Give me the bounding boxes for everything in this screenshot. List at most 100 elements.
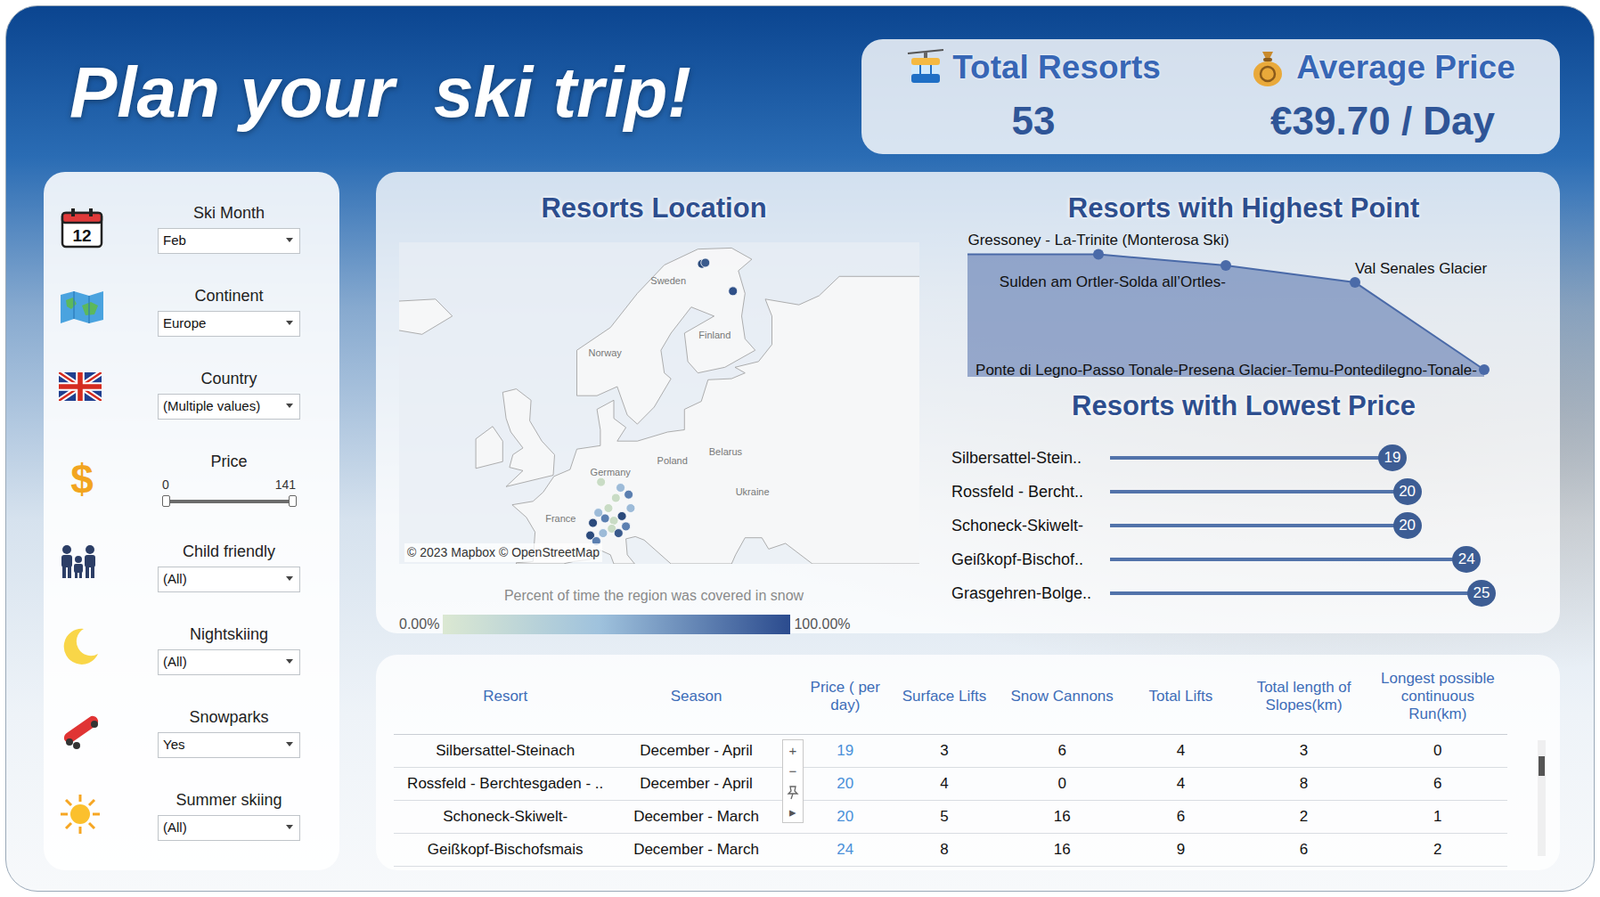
table-cell: December - April (616, 767, 776, 800)
column-header[interactable]: Resort (393, 660, 617, 735)
resort-pin[interactable] (596, 477, 606, 487)
resort-pin[interactable] (600, 513, 610, 523)
resort-label: Gressoney - La-Trinite (Monterosa Ski) (967, 230, 1229, 248)
column-header[interactable]: Longest possible continuous Run(km) (1368, 660, 1508, 735)
lollipop-track: 25 (1110, 578, 1556, 609)
filter-body: Summer skiing (All) (127, 788, 331, 841)
table-row[interactable]: Geißkopf-BischofsmaisDecember - March248… (393, 832, 1508, 866)
resort-pin[interactable] (588, 518, 598, 528)
scrollbar[interactable] (1537, 740, 1546, 857)
table-cell: 20 (804, 800, 887, 833)
map-tool-button[interactable] (783, 781, 803, 802)
map-tool-button[interactable]: ▸ (783, 801, 803, 823)
resort-point (1093, 248, 1104, 260)
filter-dropdown[interactable]: (All) (157, 649, 301, 676)
country-label: Sweden (650, 275, 686, 286)
table-body: Silbersattel-SteinachDecember - April193… (393, 734, 1508, 866)
resort-pin[interactable] (604, 503, 613, 513)
content-column: Resorts LocationSwedenFinlandNorwayPolan… (375, 171, 1560, 871)
filter-label: Summer skiing (127, 788, 331, 813)
filter-icon-box (56, 286, 108, 335)
main-area: 12Ski MonthFebContinentEuropeCountry(Mul… (43, 171, 1560, 871)
column-header[interactable]: Total length of Slopes(km) (1239, 660, 1368, 735)
column-header[interactable]: Surface Lifts (886, 660, 1003, 735)
resort-pin[interactable] (611, 493, 621, 503)
uk-flag-icon (58, 372, 106, 416)
table-cell: December - April (616, 734, 776, 768)
filter-panel: 12Ski MonthFebContinentEuropeCountry(Mul… (43, 171, 340, 871)
filter-dropdown[interactable]: (All) (157, 815, 301, 841)
europe-map[interactable]: SwedenFinlandNorwayPolandBelarusGermanyF… (399, 242, 920, 564)
map-tool-button[interactable]: − (783, 760, 803, 782)
table-cell: 24 (804, 832, 887, 866)
legend-max: 100.00% (793, 613, 850, 636)
column-header[interactable]: Total Lifts (1121, 660, 1240, 735)
filter-body: Country(Multiple values) (127, 367, 331, 420)
map-toolbar: +− ▸ (782, 739, 804, 824)
resort-point (1349, 277, 1361, 288)
kpi-label: Average Price (1296, 42, 1515, 93)
table-row[interactable]: Schoneck-Skiwelt-December - March2051662… (393, 800, 1508, 833)
resort-pin[interactable] (617, 511, 627, 521)
filter-dropdown[interactable]: (All) (157, 566, 301, 593)
range-fill (165, 499, 293, 504)
resort-pin[interactable] (701, 257, 711, 267)
kpi-item: Total Resorts53 (861, 42, 1206, 152)
price-badge: 20 (1393, 478, 1422, 506)
lollipop-bar (1110, 557, 1467, 562)
filter-icon-box (56, 624, 108, 673)
column-header[interactable]: Season (616, 660, 776, 735)
resort-pin[interactable] (728, 285, 738, 295)
resort-pin[interactable] (613, 528, 623, 538)
price-row: Silbersattel-Stein..19 (931, 440, 1556, 475)
table-cell: 1 (1368, 800, 1508, 833)
legend-title: Percent of time the region was covered i… (375, 585, 932, 607)
filter-dropdown[interactable]: Europe (157, 310, 301, 337)
lowest-title: Resorts with Lowest Price (931, 385, 1556, 428)
resort-label: Val Senales Glacier (1355, 260, 1487, 278)
filter-dropdown[interactable]: (Multiple values) (157, 393, 301, 420)
dashboard: Plan your ski trip! Total Resorts53Avera… (5, 5, 1595, 892)
resort-pin[interactable] (626, 503, 636, 513)
table-cell: Silbersattel-Steinach (393, 734, 617, 768)
range-values: 0141 (162, 475, 296, 495)
table-cell: 19 (804, 734, 887, 768)
dropdown-value: (All) (163, 819, 188, 835)
country-label: Germany (590, 465, 632, 477)
land-shape (475, 425, 503, 468)
resort-pin[interactable] (624, 489, 634, 499)
resort-pin[interactable] (621, 521, 631, 531)
column-header[interactable]: Price ( per day) (804, 660, 887, 735)
kpi-panel: Total Resorts53Average Price€39.70 / Day (861, 39, 1560, 155)
range-max: 141 (275, 475, 296, 495)
filter-body: SnowparksYes (127, 705, 331, 759)
kpi-value: 53 (1012, 91, 1056, 151)
range-high-handle[interactable] (288, 495, 297, 507)
price-row: Schoneck-Skiwelt-20 (931, 508, 1556, 543)
filter-dropdown[interactable]: Feb (157, 228, 301, 254)
table-cell: 4 (1121, 767, 1240, 800)
resort-pin[interactable] (616, 482, 626, 492)
table-row[interactable]: Rossfeld - Berchtesgaden - ..December - … (393, 767, 1508, 800)
resort-pin[interactable] (609, 515, 619, 525)
dropdown-value: Feb (163, 232, 187, 248)
price-badge: 19 (1378, 444, 1407, 472)
filter-dropdown[interactable]: Yes (157, 732, 301, 759)
range-low-handle[interactable] (162, 495, 171, 507)
table-cell: 0 (1002, 767, 1122, 800)
table-row[interactable]: Silbersattel-SteinachDecember - April193… (393, 734, 1508, 768)
resort-name: Grasgehren-Bolge.. (931, 581, 1111, 606)
column-header[interactable]: Snow Cannons (1002, 660, 1122, 735)
table-cell: 3 (1239, 734, 1368, 768)
kpi-label: Total Resorts (952, 42, 1161, 93)
price-range[interactable]: 0141 (162, 475, 296, 504)
scrollbar-thumb[interactable] (1538, 756, 1545, 776)
map-tool-button[interactable]: + (783, 740, 803, 761)
table-cell: 3 (886, 734, 1003, 768)
filter-item: $Price0141 (56, 449, 331, 509)
resort-pin[interactable] (598, 528, 608, 538)
filter-label: Country (127, 367, 331, 392)
table-cell: 6 (1121, 800, 1240, 833)
price-badge: 24 (1452, 546, 1481, 573)
map-icon (58, 289, 106, 333)
